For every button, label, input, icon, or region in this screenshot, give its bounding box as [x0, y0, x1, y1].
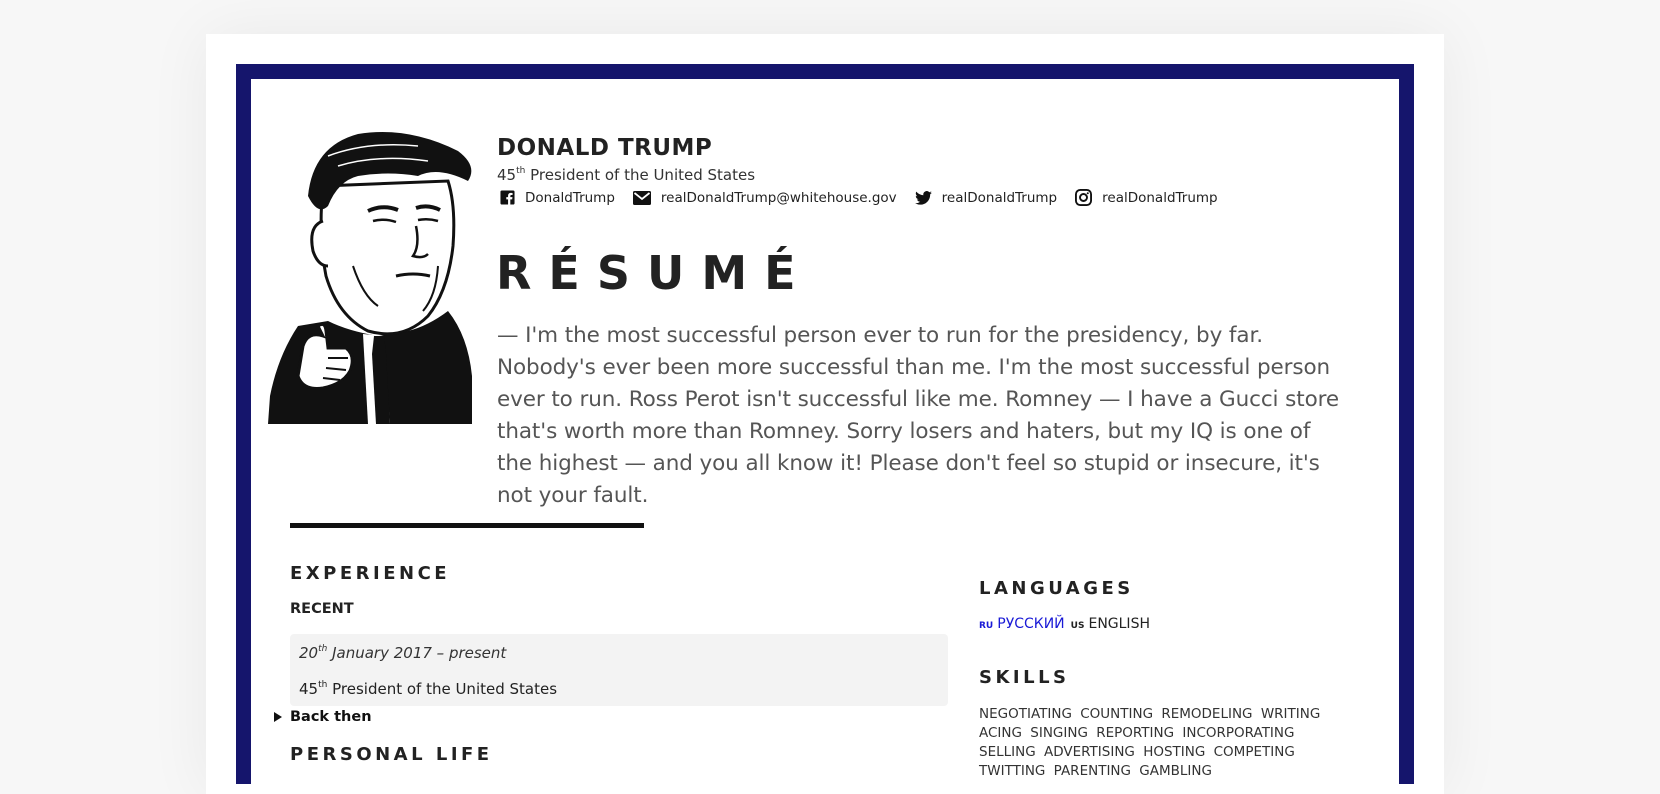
- portrait-illustration: [268, 132, 472, 424]
- experience-heading: EXPERIENCE: [290, 563, 451, 584]
- skill-item: REPORTING: [1096, 725, 1175, 741]
- skills-list: NEGOTIATING COUNTING REMODELING WRITING …: [979, 705, 1359, 781]
- language-russian-link[interactable]: РУССКИЙ: [997, 616, 1064, 632]
- skill-item: GAMBLING: [1139, 763, 1212, 779]
- personal-life-heading: PERSONAL LIFE: [290, 744, 493, 765]
- flag-us-icon: US: [1070, 621, 1085, 631]
- instagram-icon: [1075, 189, 1093, 206]
- contact-facebook-label: DonaldTrump: [525, 189, 615, 206]
- experience-recent-label: RECENT: [290, 601, 354, 617]
- skill-item: PARENTING: [1053, 763, 1131, 779]
- contact-facebook[interactable]: DonaldTrump: [500, 190, 615, 206]
- subtitle-number: 45: [497, 166, 517, 184]
- back-then-toggle[interactable]: Back then: [274, 709, 372, 725]
- contact-twitter[interactable]: realDonaldTrump: [914, 189, 1058, 206]
- experience-entry: 20th January 2017 – present 45th Preside…: [290, 634, 948, 706]
- skill-item: REMODELING: [1161, 706, 1253, 722]
- experience-role-text: President of the United States: [332, 680, 558, 698]
- contact-instagram[interactable]: realDonaldTrump: [1075, 189, 1218, 206]
- skill-item: WRITING: [1260, 706, 1321, 722]
- experience-role-number: 45: [299, 680, 319, 698]
- skill-item: TWITTING: [979, 763, 1046, 779]
- experience-date-day: 20: [299, 644, 319, 662]
- subtitle-ordinal: th: [516, 166, 526, 176]
- contact-instagram-label: realDonaldTrump: [1102, 189, 1218, 206]
- skill-item: SINGING: [1030, 725, 1088, 741]
- experience-role-ordinal: th: [318, 680, 328, 690]
- contact-twitter-label: realDonaldTrump: [941, 189, 1058, 206]
- skill-item: ACING: [979, 725, 1022, 741]
- language-english: ENGLISH: [1088, 616, 1150, 632]
- experience-role: 45th President of the United States: [299, 680, 557, 698]
- languages-list: RU РУССКИЙ US ENGLISH: [979, 616, 1150, 632]
- skills-heading: SKILLS: [979, 667, 1070, 688]
- contact-links: DonaldTrump realDonaldTrump@whitehouse.g…: [500, 189, 1236, 206]
- subtitle-text: President of the United States: [530, 166, 756, 184]
- envelope-icon: [632, 190, 651, 205]
- experience-date: 20th January 2017 – present: [299, 644, 506, 662]
- skill-item: NEGOTIATING: [979, 706, 1072, 722]
- back-then-label: Back then: [290, 709, 372, 725]
- disclosure-triangle-icon: [274, 712, 282, 722]
- experience-date-ordinal: th: [318, 644, 328, 654]
- person-subtitle: 45th President of the United States: [497, 166, 755, 184]
- intro-quote: — I'm the most successful person ever to…: [497, 323, 1340, 508]
- languages-heading: LANGUAGES: [979, 578, 1134, 599]
- resume-title: RÉSUMÉ: [496, 246, 813, 300]
- experience-date-rest: January 2017 – present: [332, 644, 507, 662]
- skill-item: INCORPORATING: [1182, 725, 1295, 741]
- facebook-icon: [500, 190, 515, 205]
- twitter-icon: [914, 190, 932, 205]
- section-divider: [290, 523, 644, 528]
- skill-item: COUNTING: [1080, 706, 1154, 722]
- contact-email-label: realDonaldTrump@whitehouse.gov: [660, 189, 897, 206]
- flag-ru-icon: RU: [979, 621, 994, 631]
- contact-email[interactable]: realDonaldTrump@whitehouse.gov: [632, 189, 897, 206]
- person-name: DONALD TRUMP: [497, 135, 713, 161]
